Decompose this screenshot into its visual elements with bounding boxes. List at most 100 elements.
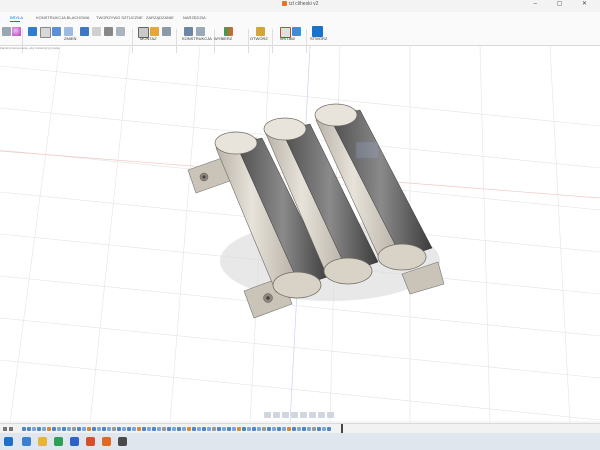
joint-icon[interactable] [150,27,159,36]
timeline-step-extrude[interactable] [97,427,101,431]
timeline-step-sketch[interactable] [327,427,331,431]
timeline-step-sketch[interactable] [267,427,271,431]
tab-manage[interactable]: ZARZĄDZANIE [146,15,174,20]
timeline-step-extrude[interactable] [197,427,201,431]
tab-sheet-metal[interactable]: KONSTRUKCJA BLACHOWA [36,15,89,20]
timeline-step-fillet[interactable] [187,427,191,431]
offset-plane-icon[interactable] [184,27,193,36]
timeline-step-extrude[interactable] [147,427,151,431]
display-settings-icon[interactable] [309,412,316,418]
word-icon[interactable] [70,437,79,446]
group-assemble[interactable]: MONTAŻ [140,36,157,41]
shell-icon[interactable] [116,27,125,36]
timeline-step-sketch[interactable] [217,427,221,431]
timeline-step-sketch[interactable] [92,427,96,431]
timeline-step-sketch[interactable] [22,427,26,431]
excel-icon[interactable] [54,437,63,446]
timeline-play-icon[interactable] [9,427,13,431]
look-at-icon[interactable] [273,412,280,418]
powerpoint-icon[interactable] [86,437,95,446]
timeline-step-extrude[interactable] [157,427,161,431]
timeline-step-sketch[interactable] [62,427,66,431]
as-built-joint-icon[interactable] [162,27,171,36]
timeline-start-icon[interactable] [3,427,7,431]
timeline-step-sketch[interactable] [52,427,56,431]
timeline-step-extrude[interactable] [222,427,226,431]
tab-utilities[interactable]: NARZĘDZIA [183,15,206,20]
insert-image-icon[interactable] [292,27,301,36]
timeline-step-extrude[interactable] [172,427,176,431]
new-component-icon[interactable] [40,27,51,38]
timeline-step-move[interactable] [262,427,266,431]
extrude-icon[interactable] [52,27,61,36]
timeline-step-extrude[interactable] [107,427,111,431]
group-modify[interactable]: ZMIEŃ [64,36,76,41]
timeline-step-sketch[interactable] [227,427,231,431]
group-inspect[interactable]: WYBIERZ [214,36,232,41]
pan-icon[interactable] [282,412,289,418]
timeline-step-sketch[interactable] [127,427,131,431]
window-controls[interactable]: – ▢ ✕ [534,0,596,7]
measure-icon[interactable] [256,27,265,36]
create-sketch-icon[interactable] [28,27,37,36]
timeline-step-extrude[interactable] [297,427,301,431]
timeline-step-fillet[interactable] [47,427,51,431]
timeline-step-move[interactable] [162,427,166,431]
fit-icon[interactable] [300,412,307,418]
press-pull-icon[interactable] [80,27,89,36]
start-icon[interactable] [4,437,13,446]
timeline-step-sketch[interactable] [27,427,31,431]
timeline-step-sketch[interactable] [152,427,156,431]
group-construct[interactable]: KONSTRUKCJA [182,36,212,41]
timeline-step-extrude[interactable] [247,427,251,431]
timeline-step-sketch[interactable] [167,427,171,431]
timeline-step-extrude[interactable] [307,427,311,431]
fillet-icon[interactable] [92,27,101,36]
viewports-icon[interactable] [327,412,334,418]
timeline-step-fillet[interactable] [87,427,91,431]
app-icon[interactable] [118,437,127,446]
timeline-step-fillet[interactable] [287,427,291,431]
tab-plastic[interactable]: TWORZYWO SZTUCZNE [96,15,143,20]
timeline-step-extrude[interactable] [122,427,126,431]
file-explorer-icon[interactable] [38,437,47,446]
zoom-icon[interactable] [291,412,298,418]
timeline-step-sketch[interactable] [142,427,146,431]
viewport-canvas[interactable] [0,45,600,424]
timeline-step-extrude[interactable] [282,427,286,431]
timeline-step-move[interactable] [72,427,76,431]
move-icon[interactable] [104,27,113,36]
timeline-step-extrude[interactable] [182,427,186,431]
timeline-step-extrude[interactable] [82,427,86,431]
timeline-step-sketch[interactable] [102,427,106,431]
timeline-step-extrude[interactable] [57,427,61,431]
timeline-step-fillet[interactable] [237,427,241,431]
axis-icon[interactable] [196,27,205,36]
tab-solid[interactable]: BRYŁA [10,15,23,20]
timeline-step-extrude[interactable] [42,427,46,431]
timeline-step-sketch[interactable] [192,427,196,431]
timeline-step-sketch[interactable] [252,427,256,431]
timeline-step-move[interactable] [112,427,116,431]
group-select[interactable]: STWÓRZ [310,36,327,41]
timeline-step-sketch[interactable] [177,427,181,431]
timeline-step-sketch[interactable] [242,427,246,431]
timeline-step-extrude[interactable] [257,427,261,431]
timeline-step-move[interactable] [312,427,316,431]
timeline-step-extrude[interactable] [32,427,36,431]
group-insert[interactable]: WSTAW [280,36,295,41]
timeline-step-sketch[interactable] [277,427,281,431]
timeline-step-sketch[interactable] [37,427,41,431]
fusion-app-icon[interactable] [102,437,111,446]
design-workspace-icon[interactable] [2,27,11,36]
timeline-step-sketch[interactable] [117,427,121,431]
timeline-step-sketch[interactable] [292,427,296,431]
construction-icon[interactable] [224,27,233,36]
timeline-step-fillet[interactable] [137,427,141,431]
timeline-step-extrude[interactable] [207,427,211,431]
orbit-icon[interactable] [264,412,271,418]
timeline-step-extrude[interactable] [132,427,136,431]
timeline-step-extrude[interactable] [272,427,276,431]
timeline-step-sketch[interactable] [77,427,81,431]
timeline-step-sketch[interactable] [302,427,306,431]
